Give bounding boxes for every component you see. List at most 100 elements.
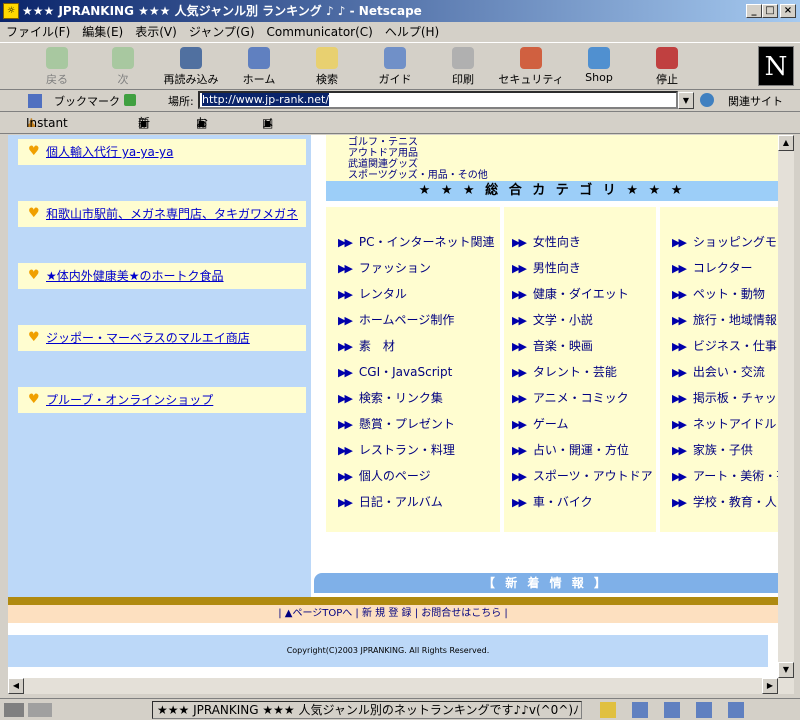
subcategory-link[interactable]: 武道関連グッズ (348, 159, 778, 170)
netscape-logo-icon[interactable]: N (758, 46, 794, 86)
menu-communicator[interactable]: Communicator(C) (261, 22, 379, 42)
category-link[interactable]: ▶▶ ファッション (338, 259, 431, 276)
category-link[interactable]: ▶▶ 男性向き (512, 259, 581, 276)
subcategory-link[interactable]: ゴルフ・テニス (348, 137, 778, 148)
component-icon[interactable] (600, 702, 616, 718)
url-dropdown-button[interactable]: ▼ (678, 92, 694, 109)
back-button[interactable]: 戻る (24, 45, 90, 89)
sponsor-link[interactable]: ♥ 個人輸入代行 ya-ya-ya (18, 139, 306, 165)
reload-button[interactable]: 再読み込み (158, 45, 224, 89)
security-status-icon[interactable] (28, 703, 52, 717)
double-arrow-icon: ▶▶ (672, 470, 687, 483)
scroll-left-icon[interactable]: ◀ (8, 678, 24, 694)
category-link[interactable]: ▶▶ 掲示板・チャット (672, 389, 778, 406)
category-link[interactable]: ▶▶ レンタル (338, 285, 407, 302)
category-link[interactable]: ▶▶ アニメ・コミック (512, 389, 629, 406)
category-link[interactable]: ▶▶ タレント・芸能 (512, 363, 617, 380)
category-link[interactable]: ▶▶ 日記・アルバム (338, 493, 443, 510)
category-link[interactable]: ▶▶ 学校・教育・人 (672, 493, 777, 510)
composer-icon[interactable] (696, 702, 712, 718)
guide-button[interactable]: ガイド (362, 45, 428, 89)
menu-help[interactable]: ヘルプ(H) (379, 22, 445, 42)
double-arrow-icon: ▶▶ (338, 366, 353, 379)
bookmarks-button[interactable]: ブックマーク (54, 93, 120, 109)
shop-button[interactable]: Shop (566, 45, 632, 89)
category-link[interactable]: ▶▶ ホームページ制作 (338, 311, 454, 328)
netscape-app-icon: ☼ (3, 3, 19, 19)
menu-edit[interactable]: 編集(E) (76, 22, 129, 42)
category-link[interactable]: ▶▶ 出会い・交流 (672, 363, 765, 380)
category-link[interactable]: ▶▶ 個人のページ (338, 467, 431, 484)
home-button[interactable]: ホーム (226, 45, 292, 89)
sponsor-link[interactable]: ♥ 和歌山市駅前、メガネ専門店、タキガワメガネ (18, 201, 306, 227)
category-link[interactable]: ▶▶ ビジネス・仕事 (672, 337, 777, 354)
sponsor-link[interactable]: ♥ プルーブ・オンラインショップ (18, 387, 306, 413)
category-label: 健康・ダイエット (532, 287, 629, 301)
category-link[interactable]: ▶▶ 女性向き (512, 233, 581, 250)
category-link[interactable]: ▶▶ 旅行・地域情報 (672, 311, 777, 328)
category-link[interactable]: ▶▶ 家族・子供 (672, 441, 753, 458)
category-link[interactable]: ▶▶ コレクター (672, 259, 752, 276)
vertical-scrollbar[interactable]: ▲ ▼ (778, 135, 794, 678)
category-link[interactable]: ▶▶ 検索・リンク集 (338, 389, 443, 406)
category-link[interactable]: ▶▶ ネットアイドル (672, 415, 776, 432)
address-book-icon[interactable] (728, 702, 744, 718)
status-message: ★★★ JPRANKING ★★★ 人気ジャンル別のネットランキングです♪♪v(… (152, 701, 582, 719)
footer-links[interactable]: | ▲ページTOPへ | 新 規 登 録 | お問合せはこちら | (8, 605, 778, 623)
category-label: 日記・アルバム (358, 495, 443, 509)
category-link[interactable]: ▶▶ 懸賞・プレゼント (338, 415, 455, 432)
discussion-icon[interactable] (664, 702, 680, 718)
close-button[interactable]: × (780, 4, 796, 18)
subcategory-link[interactable]: アウトドア用品 (348, 148, 778, 159)
category-link[interactable]: ▶▶ ペット・動物 (672, 285, 765, 302)
forward-button[interactable]: 次 (90, 45, 156, 89)
category-label: ペット・動物 (692, 287, 765, 301)
scroll-up-icon[interactable]: ▲ (778, 135, 794, 151)
category-link[interactable]: ▶▶ ショッピングモー (672, 233, 778, 250)
print-button[interactable]: 印刷 (430, 45, 496, 89)
subcategory-link[interactable]: スポーツグッズ・用品・その他 (348, 170, 778, 181)
scroll-down-icon[interactable]: ▼ (778, 662, 794, 678)
category-link[interactable]: ▶▶ レストラン・料理 (338, 441, 455, 458)
menu-view[interactable]: 表示(V) (129, 22, 183, 42)
sponsor-link[interactable]: ♥ ジッポー・マーベラスのマルエイ商店 (18, 325, 306, 351)
category-link[interactable]: ▶▶ PC・インターネット関連 (338, 233, 495, 250)
security-button[interactable]: セキュリティ (498, 45, 564, 89)
menu-bar: ファイル(F) 編集(E) 表示(V) ジャンプ(G) Communicator(C) ヘ… (0, 22, 800, 42)
category-label: コレクター (692, 261, 753, 275)
category-link[interactable]: ▶▶ 素 材 (338, 337, 395, 354)
menu-go[interactable]: ジャンプ(G) (183, 22, 261, 42)
page-proxy-icon[interactable] (124, 94, 136, 106)
scroll-right-icon[interactable]: ▶ (762, 678, 778, 694)
double-arrow-icon: ▶▶ (512, 496, 527, 509)
minimize-button[interactable]: _ (746, 4, 762, 18)
related-sites-button[interactable]: 関連サイト (728, 93, 783, 109)
category-label: スポーツ・アウトドア (532, 469, 653, 483)
mail-icon[interactable] (632, 702, 648, 718)
category-label: 旅行・地域情報 (692, 313, 777, 327)
category-link[interactable]: ▶▶ 健康・ダイエット (512, 285, 629, 302)
navigation-toolbar: 戻る 次 再読み込み ホーム 検索 ガイド 印刷 セキュリティ Shop 停止 (0, 42, 800, 90)
shop-icon (588, 47, 610, 69)
category-link[interactable]: ▶▶ スポーツ・アウトドア (512, 467, 653, 484)
double-arrow-icon: ▶▶ (672, 496, 687, 509)
double-arrow-icon: ▶▶ (338, 288, 353, 301)
category-link[interactable]: ▶▶ 文学・小説 (512, 311, 593, 328)
back-arrow-icon (46, 47, 68, 69)
category-label: 占い・開運・方位 (532, 443, 629, 457)
sponsor-link[interactable]: ♥ ★体内外健康美★のホートク食品 (18, 263, 306, 289)
menu-file[interactable]: ファイル(F) (0, 22, 76, 42)
category-link[interactable]: ▶▶ 音楽・映画 (512, 337, 593, 354)
category-link[interactable]: ▶▶ アート・美術・芸 (672, 467, 778, 484)
search-button[interactable]: 検索 (294, 45, 360, 89)
status-bar: ★★★ JPRANKING ★★★ 人気ジャンル別のネットランキングです♪♪v(… (0, 698, 800, 720)
category-link[interactable]: ▶▶ CGI・JavaScript (338, 363, 452, 380)
url-field[interactable]: http://www.jp-rank.net/ (198, 91, 678, 109)
stop-button[interactable]: 停止 (634, 45, 700, 89)
horizontal-scrollbar[interactable]: ◀ ▶ (8, 678, 794, 694)
double-arrow-icon: ▶▶ (338, 496, 353, 509)
category-link[interactable]: ▶▶ ゲーム (512, 415, 569, 432)
maximize-button[interactable]: □ (762, 4, 778, 18)
category-link[interactable]: ▶▶ 占い・開運・方位 (512, 441, 629, 458)
category-link[interactable]: ▶▶ 車・バイク (512, 493, 593, 510)
